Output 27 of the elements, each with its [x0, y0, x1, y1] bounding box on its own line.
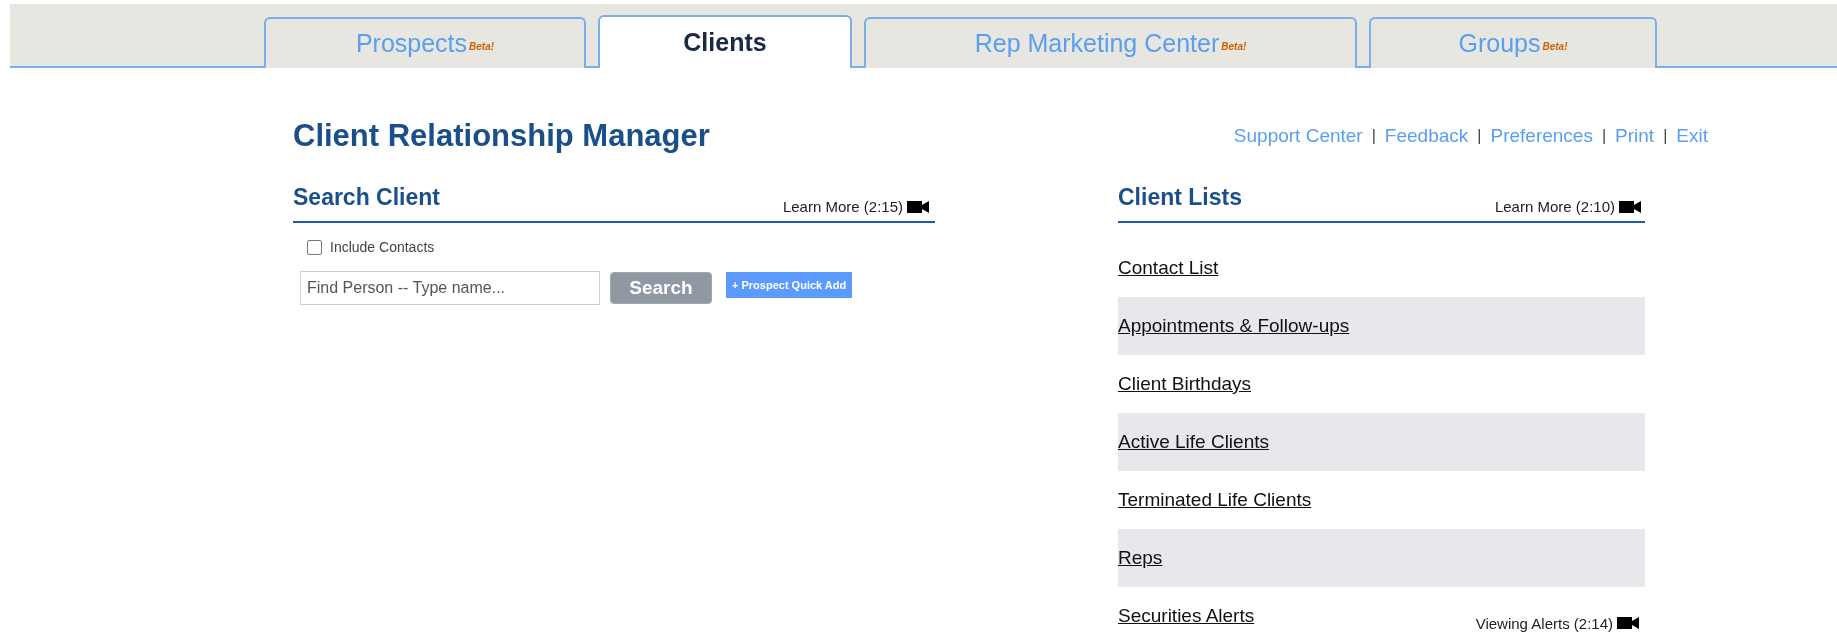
beta-label: Beta! [469, 41, 495, 52]
separator: | [1477, 127, 1482, 145]
client-list-link[interactable]: Active Life Clients [1118, 431, 1269, 453]
client-list-link[interactable]: Client Birthdays [1118, 373, 1252, 395]
client-list-link[interactable]: Terminated Life Clients [1118, 489, 1312, 511]
page-title: Client Relationship Manager [293, 118, 710, 154]
separator: | [1601, 127, 1607, 145]
video-camera-icon [1619, 199, 1641, 214]
beta-label: Beta! [1542, 41, 1568, 52]
client-list-link[interactable]: Reps [1118, 547, 1163, 569]
viewing-alerts-link[interactable]: Viewing Alerts (2:14) [1475, 614, 1613, 632]
video-camera-icon [1617, 616, 1639, 630]
section-heading: Search Client [293, 184, 440, 211]
section-heading: Client Lists [1118, 184, 1242, 211]
separator: | [1371, 127, 1376, 145]
video-camera-icon [907, 199, 929, 214]
client-list-link[interactable]: Appointments & Follow-ups [1118, 315, 1350, 337]
checkbox[interactable] [307, 239, 322, 255]
beta-label: Beta! [1221, 41, 1247, 52]
client-list-link[interactable]: Contact List [1118, 257, 1219, 279]
learn-more-link[interactable]: Learn More (2:10) [1494, 198, 1615, 215]
checkbox-label: Include Contacts [330, 239, 435, 255]
client-list-link[interactable]: Securities Alerts [1118, 605, 1255, 627]
learn-more-link[interactable]: Learn More (2:15) [782, 198, 903, 215]
search-field[interactable]: Find Person -- Type name... [300, 271, 600, 305]
tab[interactable]: Clients [598, 15, 852, 68]
separator: | [1663, 127, 1668, 145]
